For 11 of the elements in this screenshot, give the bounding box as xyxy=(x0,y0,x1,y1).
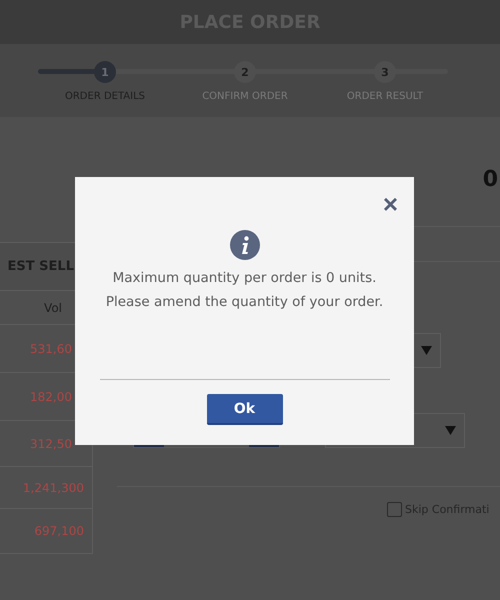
summary-value: 0 xyxy=(482,167,498,192)
table-cell: 1,241,300 xyxy=(0,467,92,509)
dialog-message: Maximum quantity per order is 0 units. Please amend the quantity of your order. xyxy=(104,269,384,312)
info-icon xyxy=(230,230,260,260)
checkbox[interactable] xyxy=(387,502,402,517)
caret-icon xyxy=(445,426,456,435)
table-cell-text: 697,100 xyxy=(33,523,85,540)
ok-button[interactable]: Ok xyxy=(206,394,282,425)
step-number[interactable]: 1 xyxy=(94,61,116,83)
caret-icon xyxy=(421,346,432,355)
close-button[interactable]: × xyxy=(382,191,398,217)
